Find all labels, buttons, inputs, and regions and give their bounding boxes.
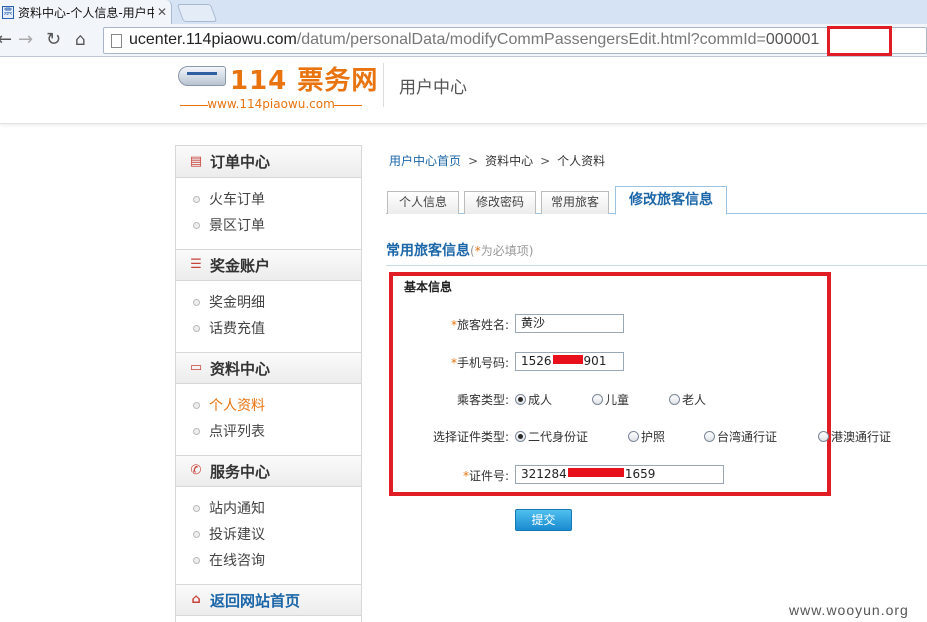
sidebar-item-personal-info[interactable]: 个人资料 bbox=[176, 393, 361, 419]
passenger-name-input[interactable]: 黄沙 bbox=[515, 314, 624, 333]
bullet-icon bbox=[193, 196, 200, 203]
sidebar-section-orders[interactable]: ▤ 订单中心 bbox=[176, 146, 361, 178]
coins-icon: ☰ bbox=[190, 257, 202, 272]
id-number-input[interactable]: 321284 1659 bbox=[515, 465, 724, 484]
bullet-icon bbox=[193, 557, 200, 564]
radio-unchecked-icon bbox=[628, 431, 639, 442]
logo-subtitle: www.114piaowu.com bbox=[180, 97, 362, 111]
logo-text: 114 票务网 bbox=[230, 66, 379, 96]
breadcrumb-home-link[interactable]: 用户中心首页 bbox=[389, 154, 461, 168]
radio-child[interactable]: 儿童 bbox=[592, 391, 629, 408]
site-favicon-icon: 票 bbox=[2, 5, 14, 19]
radio-checked-icon bbox=[515, 431, 526, 442]
radio-passport[interactable]: 护照 bbox=[628, 428, 665, 445]
new-tab-button[interactable] bbox=[176, 4, 218, 22]
form-group-title: 基本信息 bbox=[404, 280, 453, 294]
bullet-icon bbox=[193, 299, 200, 306]
radio-senior[interactable]: 老人 bbox=[669, 391, 706, 408]
name-label: *旅客姓名: bbox=[450, 318, 509, 332]
bullet-icon bbox=[193, 428, 200, 435]
redaction-bar bbox=[567, 468, 624, 477]
sidebar-item-scenic-orders[interactable]: 景区订单 bbox=[176, 213, 361, 239]
radio-id-card[interactable]: 二代身份证 bbox=[515, 428, 588, 445]
radio-unchecked-icon bbox=[818, 431, 829, 442]
bullet-icon bbox=[193, 222, 200, 229]
tab-frequent-passengers[interactable]: 常用旅客 bbox=[541, 191, 609, 214]
sidebar: ▤ 订单中心 火车订单 景区订单 ☰ 奖金账户 奖金明细 话费充值 ▭ 资料中心… bbox=[175, 145, 362, 622]
tab-edit-passenger[interactable]: 修改旅客信息 bbox=[615, 186, 727, 215]
back-arrow-icon[interactable]: ← bbox=[0, 29, 12, 51]
tab-personal-info[interactable]: 个人信息 bbox=[387, 191, 459, 214]
sidebar-item-phone-recharge[interactable]: 话费充值 bbox=[176, 316, 361, 342]
sidebar-section-bonus[interactable]: ☰ 奖金账户 bbox=[176, 249, 361, 281]
reload-icon[interactable]: ↻ bbox=[46, 29, 61, 51]
section-title: 常用旅客信息(*为必填项) bbox=[386, 243, 534, 259]
phone-label: *手机号码: bbox=[450, 356, 509, 370]
home-icon: ⌂ bbox=[191, 592, 201, 607]
sidebar-item-review-list[interactable]: 点评列表 bbox=[176, 419, 361, 445]
browser-navbar: ← → ↻ ⌂ ucenter.114piaowu.com/datum/pers… bbox=[0, 24, 927, 57]
breadcrumb-level2[interactable]: 资料中心 bbox=[485, 154, 533, 168]
sidebar-item-train-orders[interactable]: 火车订单 bbox=[176, 187, 361, 213]
radio-checked-icon bbox=[515, 394, 526, 405]
tab-title: 资料中心-个人信息-用户中 bbox=[18, 5, 154, 20]
sidebar-item-notifications[interactable]: 站内通知 bbox=[176, 496, 361, 522]
page-title: 用户中心 bbox=[399, 78, 467, 98]
redaction-bar bbox=[552, 355, 583, 364]
home-icon[interactable]: ⌂ bbox=[75, 29, 86, 51]
section-divider bbox=[386, 265, 927, 266]
sidebar-item-bonus-detail[interactable]: 奖金明细 bbox=[176, 290, 361, 316]
folder-icon: ▭ bbox=[189, 360, 203, 375]
radio-unchecked-icon bbox=[592, 394, 603, 405]
sidebar-item-online-consult[interactable]: 在线咨询 bbox=[176, 548, 361, 574]
sidebar-item-complaints[interactable]: 投诉建议 bbox=[176, 522, 361, 548]
url-highlight-box bbox=[827, 26, 892, 56]
phone-input[interactable]: 1526 901 bbox=[515, 352, 624, 371]
radio-taiwan-permit[interactable]: 台湾通行证 bbox=[704, 428, 777, 445]
bullet-icon bbox=[193, 531, 200, 538]
tab-change-password[interactable]: 修改密码 bbox=[464, 191, 536, 214]
breadcrumb-level3: 个人资料 bbox=[557, 154, 606, 168]
url-text: ucenter.114piaowu.com/datum/personalData… bbox=[129, 31, 820, 48]
browser-tab[interactable]: 票 资料中心-个人信息-用户中 ✕ bbox=[0, 0, 172, 24]
bullet-icon bbox=[193, 402, 200, 409]
sidebar-section-service[interactable]: ✆ 服务中心 bbox=[176, 455, 361, 487]
page-icon bbox=[111, 34, 122, 48]
browser-tabstrip: 票 资料中心-个人信息-用户中 ✕ bbox=[0, 0, 927, 24]
id-number-label: *证件号: bbox=[462, 469, 509, 483]
radio-hk-macau-permit[interactable]: 港澳通行证 bbox=[818, 428, 891, 445]
breadcrumb: 用户中心首页 > 资料中心 > 个人资料 bbox=[389, 154, 606, 168]
profile-tabs: 个人信息 修改密码 常用旅客 修改旅客信息 bbox=[386, 186, 927, 215]
radio-unchecked-icon bbox=[704, 431, 715, 442]
sidebar-section-profile[interactable]: ▭ 资料中心 bbox=[176, 352, 361, 384]
site-header: 114 票务网 www.114piaowu.com 用户中心 bbox=[0, 57, 927, 124]
passenger-type-label: 乘客类型: bbox=[456, 393, 509, 407]
id-type-label: 选择证件类型: bbox=[432, 430, 509, 444]
sidebar-home-link[interactable]: ⌂ 返回网站首页 bbox=[176, 584, 361, 616]
header-divider bbox=[383, 63, 384, 107]
phone-icon: ✆ bbox=[190, 463, 202, 478]
form-highlight-box bbox=[389, 272, 831, 496]
bullet-icon bbox=[193, 505, 200, 512]
receipt-icon: ▤ bbox=[189, 153, 203, 169]
bullet-icon bbox=[193, 325, 200, 332]
radio-unchecked-icon bbox=[669, 394, 680, 405]
site-logo[interactable]: 114 票务网 www.114piaowu.com bbox=[176, 60, 379, 116]
forward-arrow-icon[interactable]: → bbox=[18, 29, 33, 51]
radio-adult[interactable]: 成人 bbox=[515, 391, 552, 408]
submit-button[interactable]: 提交 bbox=[515, 509, 572, 531]
train-logo-icon bbox=[178, 66, 226, 86]
watermark: www.wooyun.org bbox=[789, 602, 909, 618]
address-bar[interactable]: ucenter.114piaowu.com/datum/personalData… bbox=[103, 26, 927, 56]
tab-close-icon[interactable]: ✕ bbox=[157, 5, 167, 19]
